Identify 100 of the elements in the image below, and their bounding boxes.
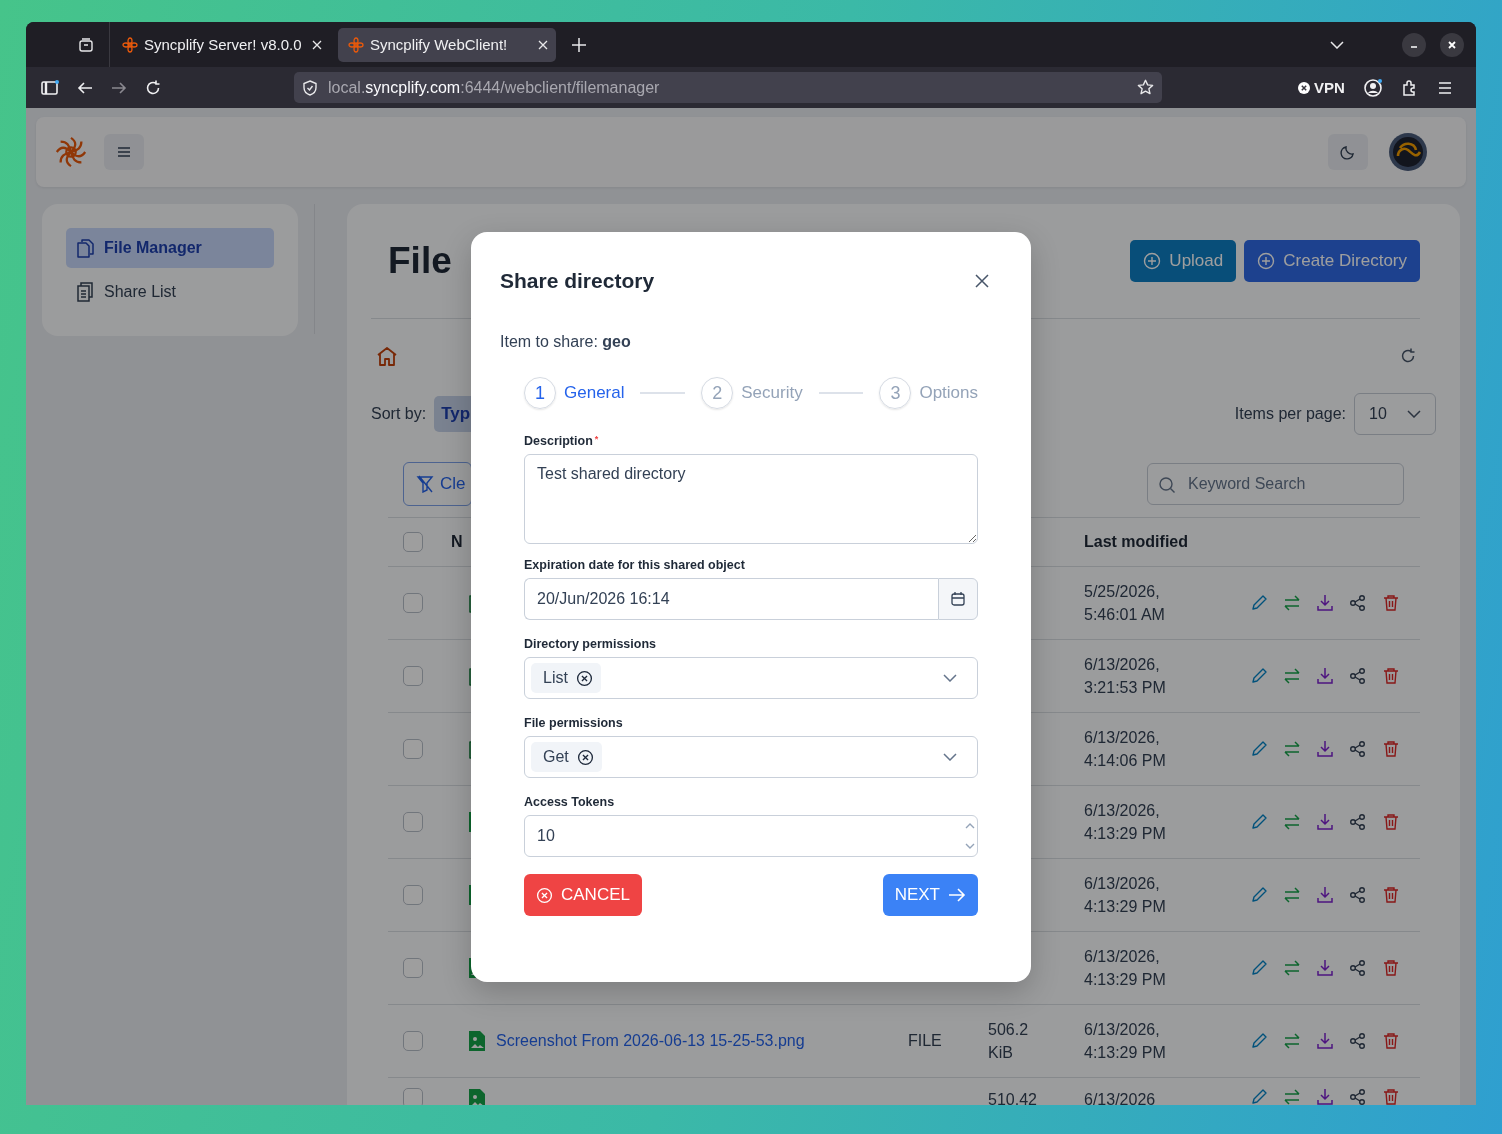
download-icon[interactable] bbox=[1316, 667, 1334, 685]
description-field[interactable]: Test shared directory bbox=[524, 454, 978, 544]
download-icon[interactable] bbox=[1316, 886, 1334, 904]
account-icon[interactable] bbox=[1362, 77, 1383, 98]
page-title: File bbox=[388, 240, 452, 282]
number-field[interactable]: 10 bbox=[524, 815, 978, 857]
cancel-button[interactable]: CANCEL bbox=[524, 874, 642, 916]
vpn-button[interactable]: VPN bbox=[1298, 79, 1345, 96]
pencil-icon[interactable] bbox=[1250, 667, 1268, 685]
back-icon[interactable] bbox=[77, 79, 93, 96]
image-file-icon bbox=[468, 1030, 486, 1052]
address-bar[interactable]: local.syncplify.com:6444/webclient/filemanager bbox=[294, 72, 1162, 103]
pencil-icon[interactable] bbox=[1250, 594, 1268, 612]
swap-icon[interactable] bbox=[1283, 667, 1301, 685]
swap-icon[interactable] bbox=[1283, 1088, 1301, 1105]
home-icon[interactable] bbox=[376, 346, 398, 366]
reload-icon[interactable] bbox=[145, 79, 161, 96]
tag-chip[interactable]: List bbox=[531, 663, 601, 693]
avatar[interactable] bbox=[1388, 132, 1428, 172]
checkbox[interactable] bbox=[403, 666, 423, 686]
multi-select[interactable]: Get bbox=[524, 736, 978, 778]
share-icon[interactable] bbox=[1349, 959, 1367, 977]
multi-select[interactable]: List bbox=[524, 657, 978, 699]
share-icon[interactable] bbox=[1349, 1088, 1367, 1105]
menu-button[interactable] bbox=[104, 134, 144, 170]
close-icon[interactable] bbox=[975, 274, 989, 288]
date-field[interactable]: 20/Jun/2026 16:14 bbox=[524, 578, 938, 620]
trash-icon[interactable] bbox=[1382, 959, 1400, 977]
moon-icon bbox=[1340, 144, 1356, 160]
wizard-step[interactable]: 1 General bbox=[524, 377, 625, 409]
size-cell-text: 506.2 KiB bbox=[988, 1020, 1030, 1063]
checkbox[interactable] bbox=[403, 1031, 423, 1051]
plus-icon[interactable] bbox=[572, 37, 586, 52]
trash-icon[interactable] bbox=[1382, 886, 1400, 904]
sidebar-item[interactable]: Share List bbox=[66, 272, 274, 312]
share-icon[interactable] bbox=[1349, 740, 1367, 758]
swap-icon[interactable] bbox=[1283, 959, 1301, 977]
download-icon[interactable] bbox=[1316, 740, 1334, 758]
column-header[interactable]: N bbox=[451, 533, 463, 551]
tag-chip[interactable]: Get bbox=[531, 742, 602, 772]
refresh-icon[interactable] bbox=[1400, 348, 1416, 364]
download-icon[interactable] bbox=[1316, 959, 1334, 977]
sidebar-icon[interactable] bbox=[41, 79, 59, 96]
pencil-icon[interactable] bbox=[1250, 1088, 1268, 1105]
share-icon[interactable] bbox=[1349, 594, 1367, 612]
menu-icon[interactable] bbox=[1436, 80, 1453, 95]
trash-icon[interactable] bbox=[1382, 1088, 1400, 1105]
swap-icon[interactable] bbox=[1283, 1032, 1301, 1050]
download-icon[interactable] bbox=[1316, 1032, 1334, 1050]
modified-cell-text: 6/13/2026, 4:13:29 PM bbox=[1084, 1020, 1167, 1063]
pencil-icon[interactable] bbox=[1250, 1032, 1268, 1050]
checkbox[interactable] bbox=[403, 739, 423, 759]
field-label: Access Tokens bbox=[524, 795, 615, 810]
download-icon[interactable] bbox=[1316, 1088, 1334, 1105]
trash-icon[interactable] bbox=[1382, 594, 1400, 612]
swap-icon[interactable] bbox=[1283, 594, 1301, 612]
download-icon[interactable] bbox=[1316, 594, 1334, 612]
tab-overview-icon[interactable] bbox=[78, 36, 94, 53]
pencil-icon[interactable] bbox=[1250, 813, 1268, 831]
star-icon[interactable] bbox=[1137, 79, 1154, 96]
checkbox[interactable] bbox=[403, 1088, 423, 1105]
next-button[interactable]: NEXT bbox=[882, 874, 978, 916]
checkbox[interactable] bbox=[403, 593, 423, 613]
share-icon[interactable] bbox=[1349, 667, 1367, 685]
swap-icon[interactable] bbox=[1283, 740, 1301, 758]
search-field[interactable]: Keyword Search bbox=[1147, 463, 1404, 505]
close-button[interactable] bbox=[1440, 32, 1464, 57]
sidebar-item[interactable]: File Manager bbox=[66, 228, 274, 268]
trash-icon[interactable] bbox=[1382, 1032, 1400, 1050]
share-icon[interactable] bbox=[1349, 813, 1367, 831]
forward-icon[interactable] bbox=[111, 79, 127, 96]
create-directory-button[interactable]: Create Directory bbox=[1244, 240, 1420, 282]
swap-icon[interactable] bbox=[1283, 886, 1301, 904]
upload-button[interactable]: Upload bbox=[1130, 240, 1237, 282]
trash-icon[interactable] bbox=[1382, 813, 1400, 831]
checkbox[interactable] bbox=[403, 532, 423, 552]
share-icon[interactable] bbox=[1349, 1032, 1367, 1050]
dark-mode-button[interactable] bbox=[1328, 134, 1368, 170]
remove-icon[interactable] bbox=[575, 669, 593, 687]
checkbox[interactable] bbox=[403, 958, 423, 978]
file-name-link[interactable]: Screenshot From 2026-06-13 15-25-53.png bbox=[496, 1032, 805, 1050]
checkbox[interactable] bbox=[403, 812, 423, 832]
stepper-icon[interactable] bbox=[964, 822, 976, 850]
shield-icon bbox=[302, 79, 318, 96]
checkbox[interactable] bbox=[403, 885, 423, 905]
browser-tab[interactable]: Syncplify WebClient! bbox=[338, 27, 556, 62]
swap-icon[interactable] bbox=[1283, 813, 1301, 831]
pencil-icon[interactable] bbox=[1250, 740, 1268, 758]
share-icon[interactable] bbox=[1349, 886, 1367, 904]
remove-icon[interactable] bbox=[576, 748, 594, 766]
column-header[interactable]: Last modified bbox=[1084, 533, 1188, 550]
trash-icon[interactable] bbox=[1382, 740, 1400, 758]
sort-button[interactable]: Typ bbox=[434, 396, 472, 432]
items-per-page-select[interactable]: 10 bbox=[1354, 393, 1436, 435]
calendar-button[interactable] bbox=[938, 578, 978, 620]
trash-icon[interactable] bbox=[1382, 667, 1400, 685]
pencil-icon[interactable] bbox=[1250, 886, 1268, 904]
download-icon[interactable] bbox=[1316, 813, 1334, 831]
pencil-icon[interactable] bbox=[1250, 959, 1268, 977]
browser-tab[interactable]: Syncplify Server! v8.0.0 bbox=[112, 27, 330, 62]
